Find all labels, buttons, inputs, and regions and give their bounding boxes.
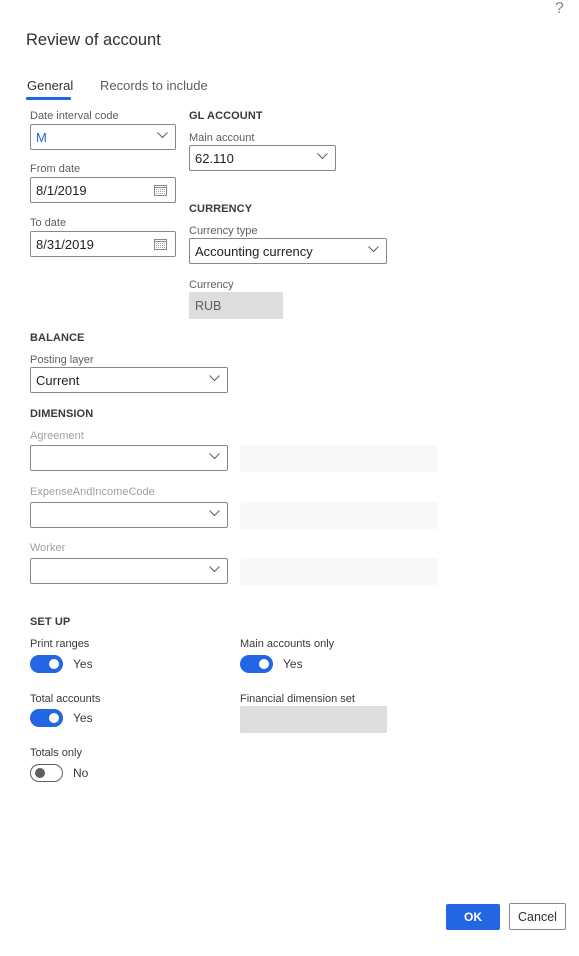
financial-dimension-set-field: [240, 706, 387, 733]
dialog-title: Review of account: [26, 31, 161, 49]
date-interval-code-value: M: [36, 129, 47, 145]
total-accounts-toggle-row: Yes: [30, 709, 93, 727]
totals-only-label: Totals only: [30, 747, 82, 759]
expense-and-income-code-label: ExpenseAndIncomeCode: [30, 486, 155, 498]
chevron-down-icon: [209, 510, 220, 520]
tab-records-to-include[interactable]: Records to include: [100, 78, 208, 93]
active-tab-indicator: [26, 97, 71, 100]
date-interval-code-label: Date interval code: [30, 110, 119, 122]
to-date-value: 8/31/2019: [36, 236, 94, 252]
agreement-description: [240, 445, 438, 472]
total-accounts-toggle[interactable]: [30, 709, 63, 727]
total-accounts-state: Yes: [73, 711, 93, 725]
calendar-icon[interactable]: [154, 238, 167, 250]
totals-only-state: No: [73, 766, 89, 780]
expense-and-income-code-description: [240, 502, 438, 529]
toggle-knob: [49, 713, 59, 723]
worker-description: [240, 558, 438, 585]
calendar-icon[interactable]: [154, 184, 167, 196]
dimension-heading: DIMENSION: [30, 408, 94, 420]
main-account-label: Main account: [189, 132, 255, 144]
main-accounts-only-state: Yes: [283, 657, 303, 671]
date-interval-code-dropdown[interactable]: M: [30, 124, 176, 150]
setup-heading: SET UP: [30, 616, 71, 628]
currency-readonly-field: RUB: [189, 292, 283, 319]
chevron-down-icon: [368, 246, 379, 256]
tab-general[interactable]: General: [27, 78, 73, 93]
worker-dropdown[interactable]: [30, 558, 228, 584]
posting-layer-value: Current: [36, 372, 80, 388]
toggle-knob: [259, 659, 269, 669]
print-ranges-toggle-row: Yes: [30, 655, 93, 673]
currency-type-dropdown[interactable]: Accounting currency: [189, 238, 387, 264]
to-date-input[interactable]: 8/31/2019: [30, 231, 176, 257]
balance-heading: BALANCE: [30, 332, 85, 344]
agreement-dropdown[interactable]: [30, 445, 228, 471]
posting-layer-label: Posting layer: [30, 354, 94, 366]
main-account-value: 62.110: [195, 150, 234, 166]
main-accounts-only-toggle[interactable]: [240, 655, 273, 673]
totals-only-toggle-row: No: [30, 764, 88, 782]
print-ranges-label: Print ranges: [30, 638, 90, 650]
help-icon[interactable]: ?: [555, 0, 564, 18]
currency-label: Currency: [189, 279, 234, 291]
total-accounts-label: Total accounts: [30, 693, 101, 705]
print-ranges-state: Yes: [73, 657, 93, 671]
gl-account-heading: GL ACCOUNT: [189, 110, 263, 122]
to-date-label: To date: [30, 217, 67, 229]
currency-heading: CURRENCY: [189, 203, 253, 215]
worker-label: Worker: [30, 542, 66, 554]
totals-only-toggle[interactable]: [30, 764, 63, 782]
print-ranges-toggle[interactable]: [30, 655, 63, 673]
chevron-down-icon: [209, 375, 220, 385]
cancel-button[interactable]: Cancel: [509, 903, 566, 930]
toggle-knob: [49, 659, 59, 669]
ok-button[interactable]: OK: [446, 904, 500, 930]
main-account-dropdown[interactable]: 62.110: [189, 145, 336, 171]
chevron-down-icon: [209, 453, 220, 463]
main-accounts-only-label: Main accounts only: [240, 638, 335, 650]
chevron-down-icon: [209, 566, 220, 576]
agreement-label: Agreement: [30, 430, 84, 442]
currency-type-label: Currency type: [189, 225, 258, 237]
from-date-input[interactable]: 8/1/2019: [30, 177, 176, 203]
chevron-down-icon: [317, 153, 328, 163]
financial-dimension-set-label: Financial dimension set: [240, 693, 355, 705]
posting-layer-dropdown[interactable]: Current: [30, 367, 228, 393]
expense-and-income-code-dropdown[interactable]: [30, 502, 228, 528]
from-date-label: From date: [30, 163, 81, 175]
from-date-value: 8/1/2019: [36, 182, 87, 198]
currency-type-value: Accounting currency: [195, 243, 313, 259]
toggle-knob: [35, 768, 45, 778]
main-accounts-only-toggle-row: Yes: [240, 655, 303, 673]
chevron-down-icon: [157, 132, 168, 142]
